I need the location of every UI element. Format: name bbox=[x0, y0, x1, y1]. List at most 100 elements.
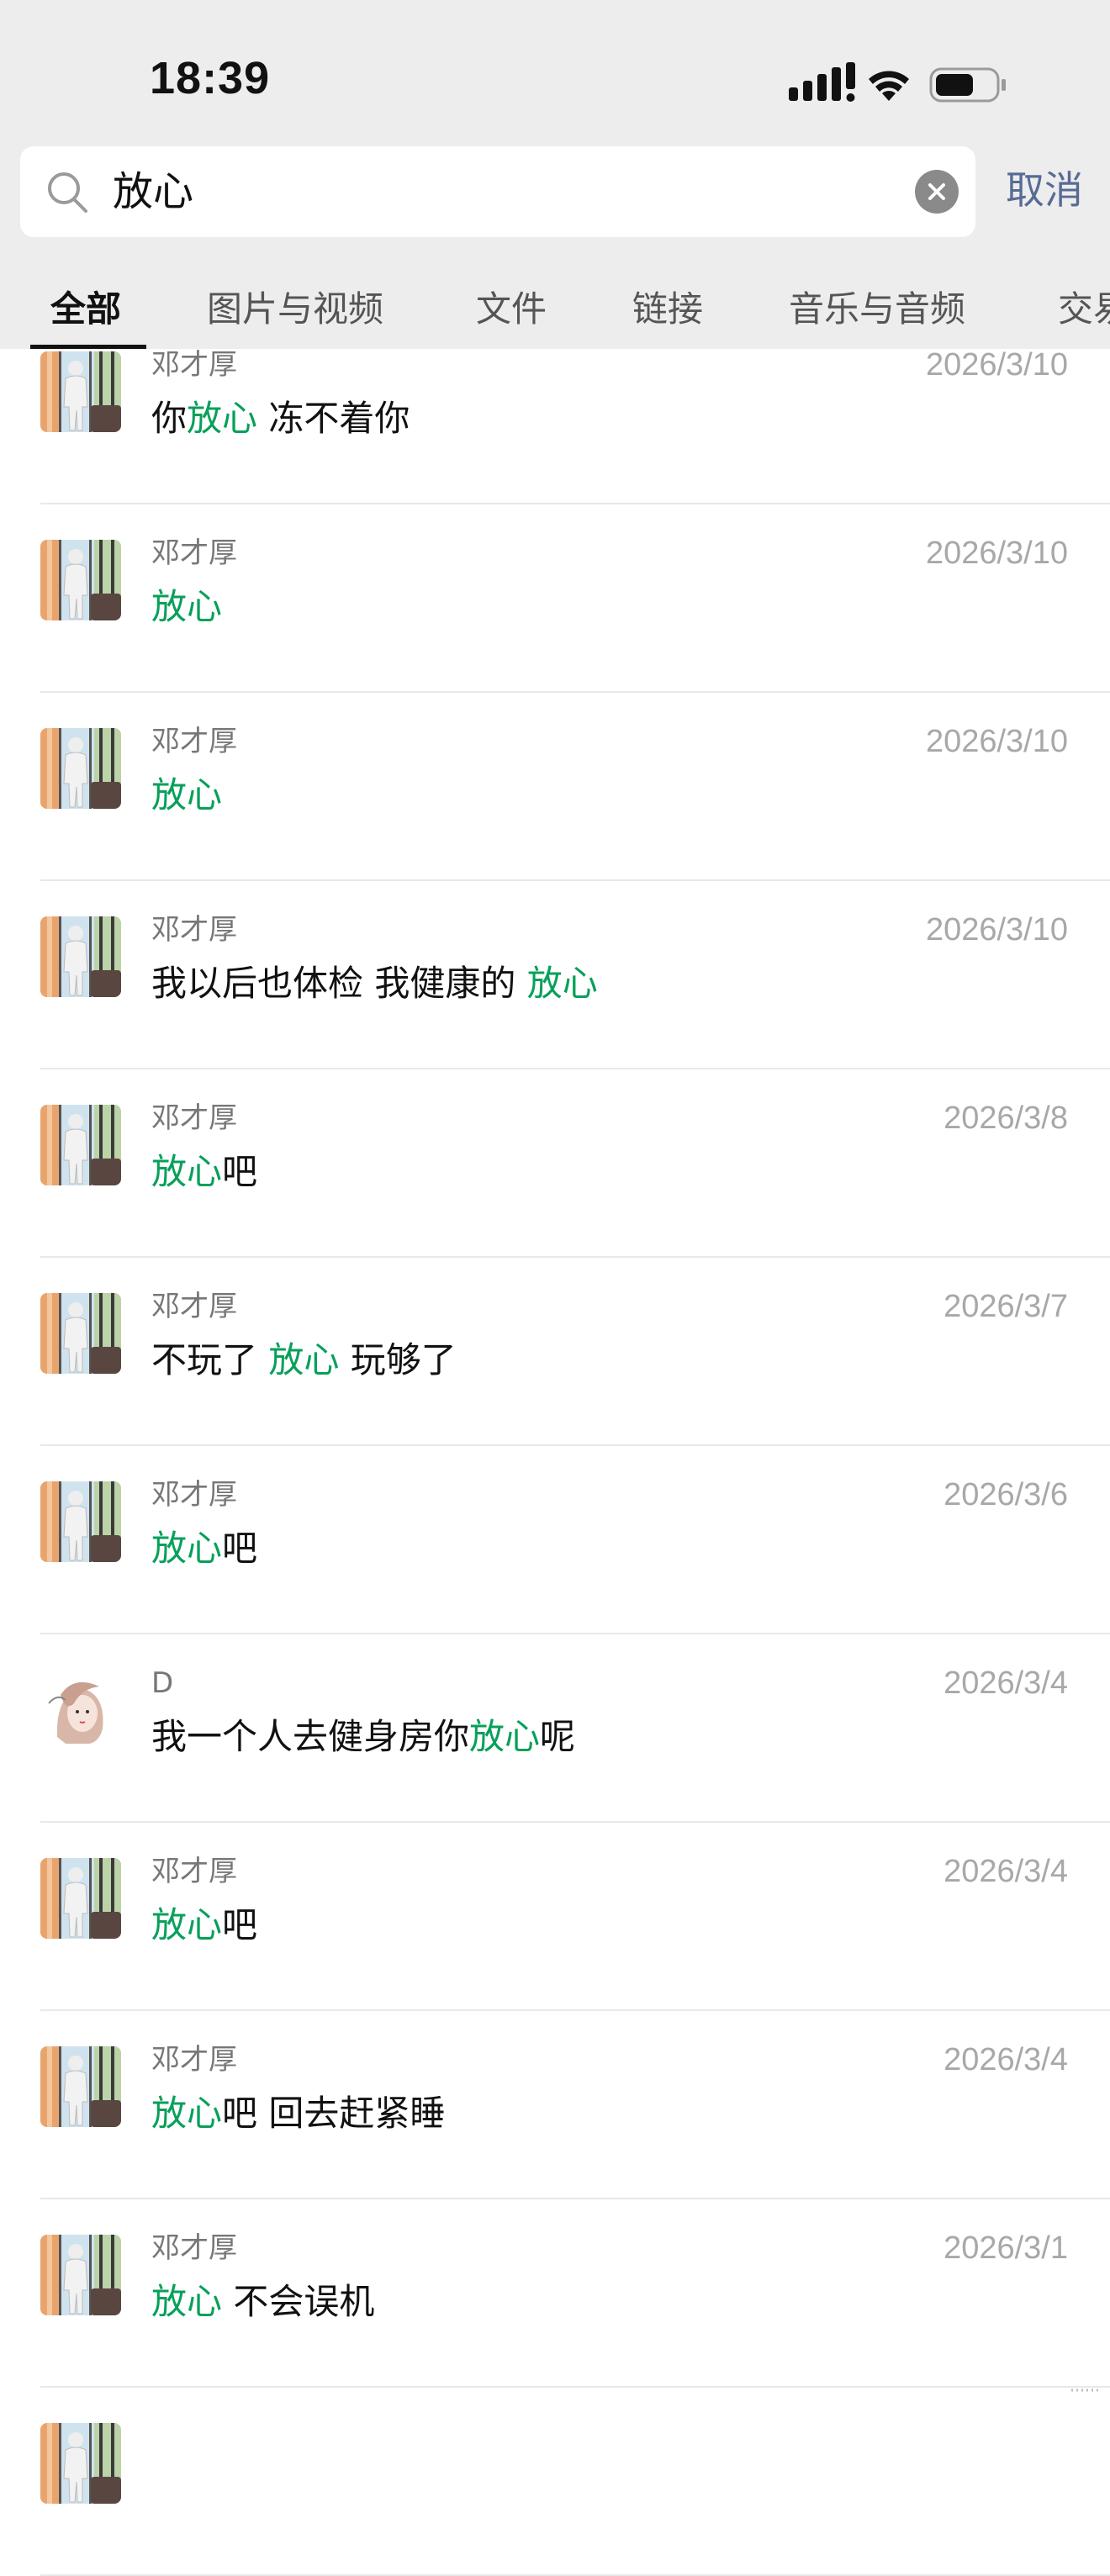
message-date: 2026/3/10 bbox=[925, 536, 1068, 571]
snippet-text: 我一个人去健身房你 bbox=[151, 1716, 470, 1757]
message-date: 2026/3/8 bbox=[944, 1101, 1068, 1136]
status-icons bbox=[785, 59, 1012, 109]
avatar-person-window bbox=[40, 1481, 121, 1562]
highlighted-keyword: 放心 bbox=[151, 1151, 223, 1192]
avatar[interactable] bbox=[40, 2423, 121, 2504]
avatar[interactable] bbox=[40, 540, 121, 620]
filter-tabs: 全部 图片与视频 文件 链接 音乐与音频 交易 bbox=[0, 269, 1110, 349]
search-result-row[interactable]: 邓才厚 2026/3/4 放心吧 bbox=[0, 1823, 1110, 2011]
avatar-person-window bbox=[40, 728, 121, 809]
cancel-button[interactable]: 取消 bbox=[1006, 165, 1083, 215]
avatar[interactable] bbox=[40, 728, 121, 809]
highlighted-keyword: 放心 bbox=[526, 963, 598, 1004]
message-snippet: 放心吧 bbox=[151, 1148, 257, 1196]
highlighted-keyword: 放心 bbox=[151, 586, 223, 627]
cellular-signal-icon bbox=[789, 62, 855, 102]
tab-images-videos[interactable]: 图片与视频 bbox=[207, 284, 383, 335]
avatar[interactable] bbox=[40, 2046, 121, 2127]
active-tab-indicator bbox=[30, 345, 146, 349]
avatar-person-window bbox=[40, 351, 121, 432]
snippet-text: 我以后也体检 我健康的 bbox=[151, 963, 527, 1004]
message-snippet: 不玩了 放心 玩够了 bbox=[151, 1337, 457, 1384]
avatar[interactable] bbox=[40, 1481, 121, 1562]
search-result-row[interactable]: 邓才厚 2026/3/1 放心 不会误机 bbox=[0, 2199, 1110, 2388]
avatar-person-window bbox=[40, 916, 121, 997]
wifi-icon bbox=[869, 71, 909, 101]
message-date: 2026/3/10 bbox=[925, 912, 1068, 948]
highlighted-keyword: 放心 bbox=[151, 1904, 223, 1945]
search-result-row[interactable]: 邓才厚 2026/3/4 放心吧 回去赶紧睡 bbox=[0, 2011, 1110, 2199]
message-date: 2026/3/7 bbox=[944, 1289, 1068, 1324]
highlighted-keyword: 放心 bbox=[151, 774, 223, 816]
message-date: 2026/3/6 bbox=[944, 1477, 1068, 1512]
search-result-row[interactable]: 邓才厚 2026/3/10 放心 bbox=[0, 504, 1110, 693]
sender-name: 邓才厚 bbox=[151, 1290, 237, 1323]
snippet-text: 吧 bbox=[222, 1528, 258, 1569]
avatar-girl-illustration bbox=[40, 1670, 121, 1750]
search-result-row[interactable]: 邓才厚 2026/3/7 不玩了 放心 玩够了 bbox=[0, 1258, 1110, 1446]
battery-icon bbox=[929, 67, 1006, 103]
search-icon bbox=[48, 172, 87, 213]
scroll-indicator bbox=[1068, 2383, 1102, 2393]
search-result-row[interactable]: D 2026/3/4 我一个人去健身房你放心呢 bbox=[0, 1634, 1110, 1823]
sender-name: 邓才厚 bbox=[151, 536, 237, 570]
message-date: 2026/3/4 bbox=[944, 1854, 1068, 1889]
tab-all[interactable]: 全部 bbox=[50, 284, 121, 335]
sender-name: 邓才厚 bbox=[151, 725, 237, 758]
sender-name: 邓才厚 bbox=[151, 913, 237, 947]
snippet-text: 玩够了 bbox=[339, 1339, 457, 1380]
sender-name: D bbox=[151, 1666, 174, 1700]
message-snippet: 你放心 冻不着你 bbox=[151, 395, 410, 442]
tab-transactions[interactable]: 交易 bbox=[1058, 284, 1110, 335]
message-snippet: 放心吧 bbox=[151, 1525, 257, 1572]
search-result-row[interactable]: 邓才厚 2026/3/8 放心吧 bbox=[0, 1069, 1110, 1258]
avatar[interactable] bbox=[40, 351, 121, 432]
avatar-person-window bbox=[40, 1105, 121, 1185]
search-result-row[interactable]: 邓才厚 2026/3/6 放心吧 bbox=[0, 1446, 1110, 1634]
avatar[interactable] bbox=[40, 1670, 121, 1750]
snippet-text: 吧 bbox=[222, 1151, 258, 1192]
search-result-row[interactable]: 邓才厚 2026/3/10 放心 bbox=[0, 693, 1110, 881]
highlighted-keyword: 放心 bbox=[151, 1528, 223, 1569]
message-snippet: 放心 不会误机 bbox=[151, 2278, 374, 2325]
search-header: 18:39 放心 取消 全部 图片与视频 文件 链接 音乐与音频 交 bbox=[0, 0, 1110, 349]
snippet-text: 不会误机 bbox=[222, 2281, 375, 2322]
snippet-text: 呢 bbox=[540, 1716, 576, 1757]
message-date: 2026/3/10 bbox=[925, 724, 1068, 759]
message-snippet: 我以后也体检 我健康的 放心 bbox=[151, 960, 598, 1007]
snippet-text: 不玩了 bbox=[151, 1339, 269, 1380]
avatar[interactable] bbox=[40, 1858, 121, 1939]
search-query[interactable]: 放心 bbox=[113, 166, 193, 217]
avatar-person-window bbox=[40, 1293, 121, 1374]
avatar[interactable] bbox=[40, 916, 121, 997]
search-result-row[interactable] bbox=[0, 2388, 1110, 2576]
sender-name: 邓才厚 bbox=[151, 1101, 237, 1135]
tab-links[interactable]: 链接 bbox=[632, 284, 703, 335]
tab-music-audio[interactable]: 音乐与音频 bbox=[789, 284, 965, 335]
clear-search-button[interactable] bbox=[915, 170, 959, 214]
avatar[interactable] bbox=[40, 1105, 121, 1185]
snippet-text: 吧 回去赶紧睡 bbox=[222, 2093, 446, 2134]
avatar[interactable] bbox=[40, 2235, 121, 2315]
search-result-row[interactable]: 邓才厚 2026/3/10 我以后也体检 我健康的 放心 bbox=[0, 881, 1110, 1069]
sender-name: 邓才厚 bbox=[151, 2231, 237, 2265]
search-input[interactable]: 放心 bbox=[20, 146, 975, 237]
highlighted-keyword: 放心 bbox=[268, 1339, 340, 1380]
message-snippet: 放心吧 回去赶紧睡 bbox=[151, 2090, 445, 2137]
avatar-person-window bbox=[40, 2046, 121, 2127]
message-date: 2026/3/1 bbox=[944, 2230, 1068, 2266]
sender-name: 邓才厚 bbox=[151, 1478, 237, 1512]
message-date: 2026/3/4 bbox=[944, 1665, 1068, 1701]
avatar[interactable] bbox=[40, 1293, 121, 1374]
sender-name: 邓才厚 bbox=[151, 1855, 237, 1888]
message-snippet: 放心吧 bbox=[151, 1902, 257, 1949]
tab-files[interactable]: 文件 bbox=[476, 284, 547, 335]
snippet-text: 你 bbox=[151, 398, 188, 439]
search-results-list: 邓才厚 2026/3/10 你放心 冻不着你 邓才厚 2026/3/10 放心 邓才厚 202… bbox=[0, 0, 1110, 2576]
status-time: 18:39 bbox=[150, 53, 271, 103]
highlighted-keyword: 放心 bbox=[469, 1716, 541, 1757]
message-snippet: 放心 bbox=[151, 772, 222, 819]
highlighted-keyword: 放心 bbox=[151, 2281, 223, 2322]
highlighted-keyword: 放心 bbox=[187, 398, 258, 439]
snippet-text: 冻不着你 bbox=[257, 398, 410, 439]
